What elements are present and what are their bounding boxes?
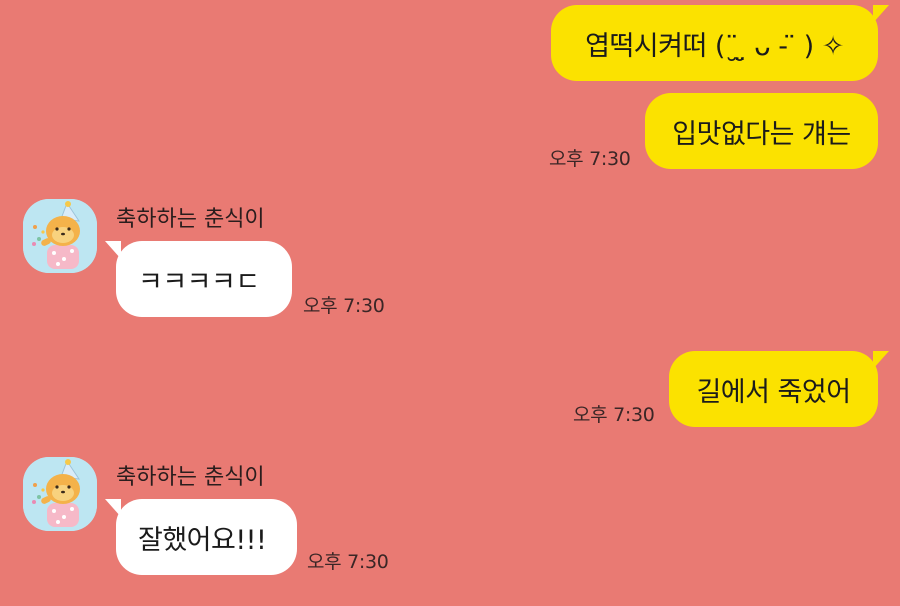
sender-name: 축하하는 춘식이 <box>116 465 265 490</box>
outgoing-message-bubble[interactable]: 입맛없다는 걔는 <box>645 93 878 169</box>
message-time: 오후 7:30 <box>303 295 385 317</box>
message-time: 오후 7:30 <box>573 404 655 426</box>
chat-message-list: 엽떡시켜떠 (¨̮ ̤̮ ᴗ - ̈ ) ✧ 오후 7:30 입맛없다는 걔는 <box>0 0 900 606</box>
message-text: 입맛없다는 걔는 <box>672 118 851 150</box>
incoming-message-bubble[interactable]: ㅋㅋㅋㅋㄷ <box>105 241 292 317</box>
avatar[interactable] <box>23 457 97 531</box>
message-time: 오후 7:30 <box>549 148 631 170</box>
sender-name: 축하하는 춘식이 <box>116 207 265 232</box>
message-text: 잘했어요!!! <box>138 524 267 556</box>
message-text: 엽떡시켜떠 (¨̮ ̤̮ ᴗ - ̈ ) ✧ <box>585 30 844 62</box>
outgoing-message-bubble[interactable]: 길에서 죽었어 <box>669 351 889 427</box>
message-time: 오후 7:30 <box>307 551 389 573</box>
outgoing-message-bubble[interactable]: 엽떡시켜떠 (¨̮ ̤̮ ᴗ - ̈ ) ✧ <box>551 5 889 81</box>
choonsik-party-hat-icon <box>23 457 97 531</box>
incoming-message-bubble[interactable]: 잘했어요!!! <box>105 499 297 575</box>
choonsik-party-hat-icon <box>23 199 97 273</box>
avatar[interactable] <box>23 199 97 273</box>
message-text: ㅋㅋㅋㅋㄷ <box>138 266 260 298</box>
message-text: 길에서 죽었어 <box>696 376 851 408</box>
